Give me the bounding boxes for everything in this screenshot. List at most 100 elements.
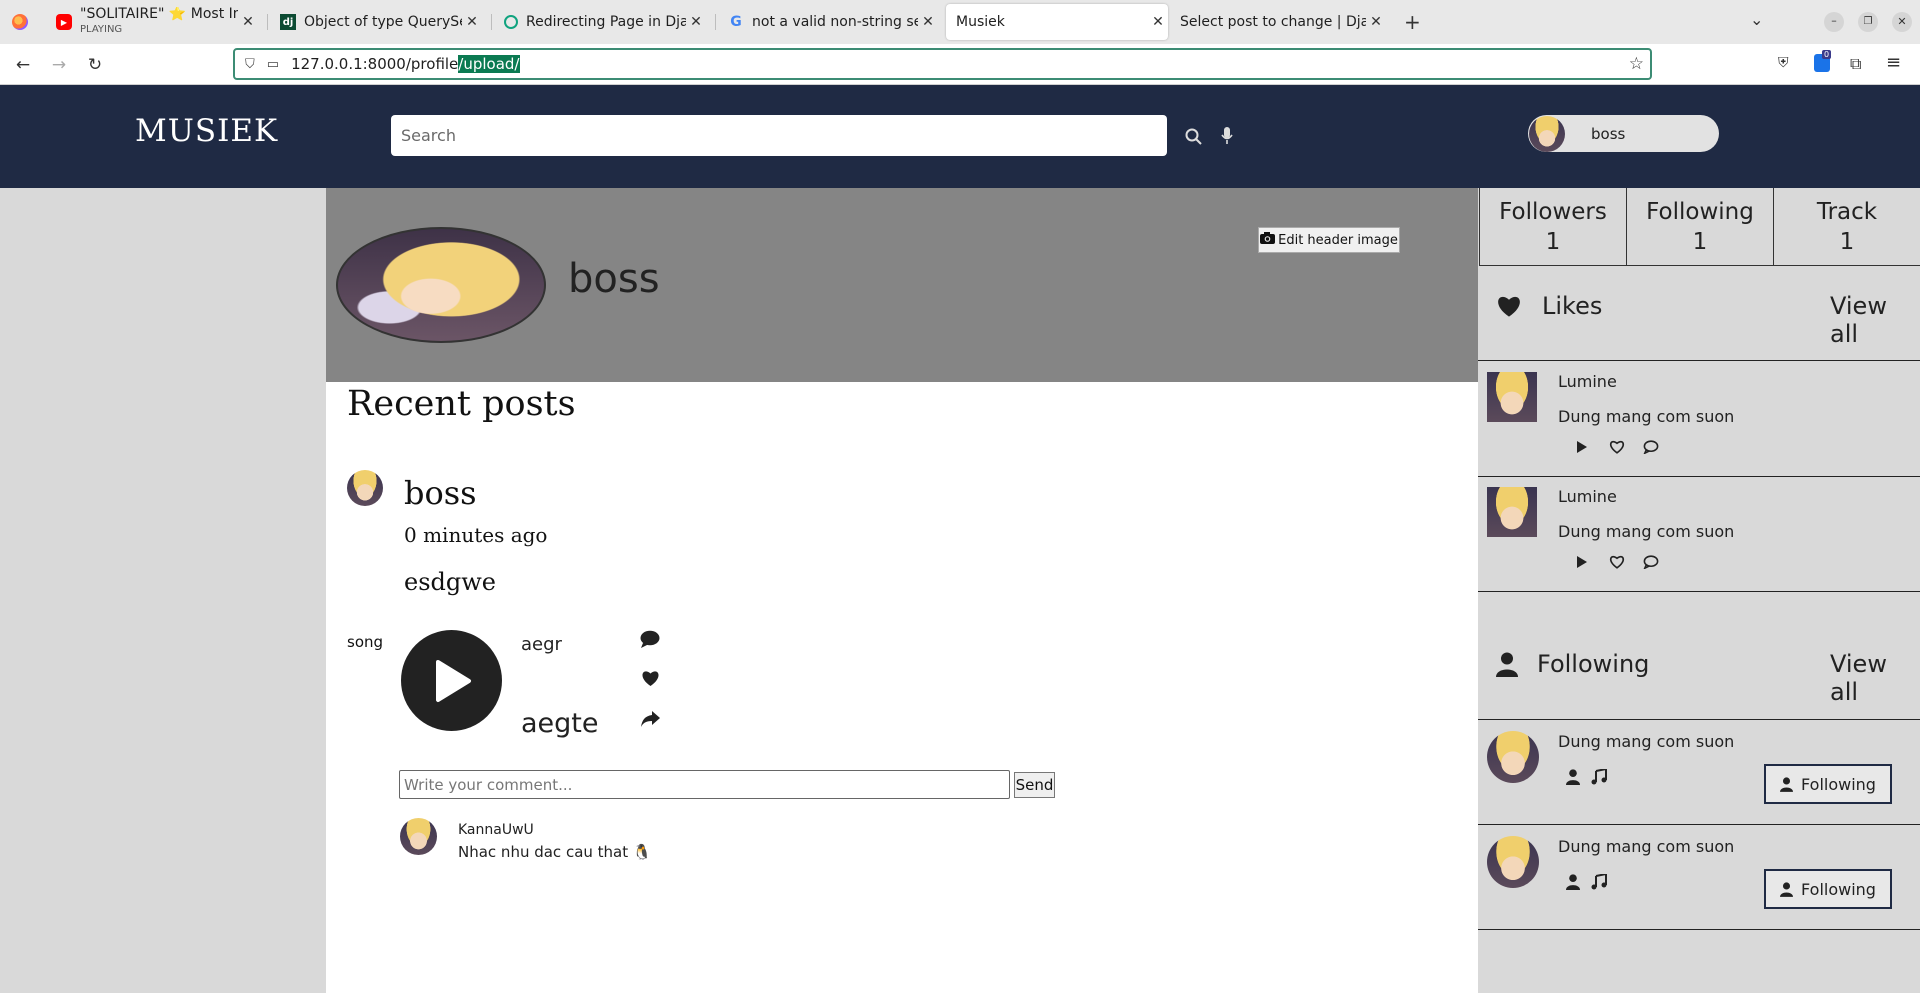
- play-icon: [435, 659, 471, 702]
- tab-redirecting[interactable]: Redirecting Page in Djang ✕: [494, 4, 706, 40]
- comment-author[interactable]: KannaUwU: [458, 822, 534, 838]
- comment-input[interactable]: [399, 770, 1010, 799]
- tab-google-search[interactable]: G not a valid non-string seq ✕: [718, 4, 938, 40]
- restore-icon[interactable]: ❐: [1858, 12, 1878, 32]
- edit-header-button[interactable]: Edit header image: [1258, 227, 1400, 253]
- url-base: 127.0.0.1:8000/profile: [291, 55, 459, 73]
- post-body: esdgwe: [404, 568, 496, 596]
- heart-outline-icon[interactable]: [1608, 553, 1626, 571]
- share-icon[interactable]: [639, 708, 661, 730]
- track-artist[interactable]: Lumine: [1558, 372, 1617, 391]
- user-icon: [1780, 881, 1794, 897]
- close-tab-icon[interactable]: ✕: [462, 14, 482, 30]
- play-button[interactable]: [401, 630, 502, 731]
- close-tab-icon[interactable]: ✕: [1148, 14, 1168, 30]
- track-cover[interactable]: [1487, 487, 1537, 537]
- edit-header-label: Edit header image: [1278, 232, 1398, 248]
- tab-youtube[interactable]: ▶ "SOLITAIRE" ⭐ Most Inte PLAYING ✕: [46, 4, 258, 40]
- camera-icon: [1260, 232, 1276, 248]
- search-input[interactable]: [391, 115, 1167, 156]
- post-author[interactable]: boss: [404, 474, 477, 512]
- tab-title: "SOLITAIRE" ⭐ Most Inte: [80, 7, 238, 22]
- artist-avatar[interactable]: [1487, 731, 1539, 783]
- browser-nav-bar: ← → ↻ ⛉ ▭ 127.0.0.1:8000/profile/upload/…: [0, 44, 1920, 85]
- stat-following[interactable]: Following 1: [1626, 188, 1774, 266]
- extensions-puzzle-icon[interactable]: ⧉: [1850, 54, 1861, 74]
- close-window-icon[interactable]: ✕: [1892, 12, 1912, 32]
- stat-track[interactable]: Track 1: [1773, 188, 1920, 266]
- address-bar[interactable]: ⛉ ▭ 127.0.0.1:8000/profile/upload/ ☆: [233, 48, 1652, 80]
- likes-view-all-link[interactable]: View all: [1830, 292, 1920, 348]
- tab-select-post[interactable]: Select post to change | Djang ✕: [1170, 4, 1386, 40]
- close-tab-icon[interactable]: ✕: [918, 14, 938, 30]
- following-title: Following: [1537, 650, 1650, 678]
- url-selected: /upload/: [458, 55, 520, 73]
- artist-name[interactable]: Dung mang com suon: [1558, 837, 1734, 856]
- django-icon: dj: [280, 14, 296, 30]
- back-arrow-icon[interactable]: ←: [11, 53, 35, 77]
- following-button-label: Following: [1801, 774, 1876, 794]
- comment-icon[interactable]: [639, 628, 661, 650]
- user-menu[interactable]: boss: [1528, 115, 1719, 152]
- track-artist[interactable]: Lumine: [1558, 487, 1617, 506]
- send-comment-button[interactable]: Send: [1014, 772, 1055, 798]
- close-tab-icon[interactable]: ✕: [1366, 14, 1386, 30]
- post-type-label: song: [347, 633, 384, 651]
- new-tab-icon[interactable]: +: [1404, 10, 1421, 34]
- profile-avatar: [336, 227, 546, 343]
- right-sidebar: Followers 1 Following 1 Track 1 Likes Vi…: [1478, 188, 1920, 993]
- list-tabs-chevron-icon[interactable]: ⌄: [1750, 10, 1763, 29]
- music-note-icon: [1590, 768, 1608, 786]
- tab-musiek[interactable]: Musiek ✕: [946, 4, 1168, 40]
- heart-icon[interactable]: [639, 667, 661, 689]
- stat-label: Followers: [1499, 199, 1607, 225]
- music-note-icon: [1590, 873, 1608, 891]
- site-logo[interactable]: MUSIEK: [135, 113, 278, 149]
- artist-avatar[interactable]: [1487, 836, 1539, 888]
- search-icon[interactable]: [1183, 126, 1203, 146]
- site-header: MUSIEK boss: [0, 85, 1920, 188]
- extension-badge: 0: [1822, 50, 1832, 59]
- comment-outline-icon[interactable]: [1642, 553, 1660, 571]
- firefox-icon[interactable]: [12, 14, 28, 30]
- track-cover[interactable]: [1487, 372, 1537, 422]
- user-name: boss: [1591, 124, 1626, 143]
- menu-hamburger-icon[interactable]: ≡: [1886, 52, 1901, 73]
- following-button[interactable]: Following: [1764, 764, 1892, 804]
- user-icon: [1564, 873, 1582, 891]
- following-header: Following: [1496, 650, 1649, 678]
- pocket-icon[interactable]: ⛨: [1778, 55, 1789, 71]
- heart-outline-icon[interactable]: [1608, 438, 1626, 456]
- tab-title: Object of type QuerySet: [304, 14, 462, 30]
- post-author-avatar[interactable]: [347, 470, 383, 506]
- shield-icon[interactable]: ⛉: [245, 57, 255, 72]
- stat-value: 1: [1545, 229, 1561, 255]
- track-artist: aegr: [521, 634, 562, 655]
- close-tab-icon[interactable]: ✕: [686, 14, 706, 30]
- following-view-all-link[interactable]: View all: [1830, 650, 1920, 706]
- play-icon[interactable]: [1573, 553, 1591, 571]
- tab-title: not a valid non-string seq: [752, 14, 918, 30]
- following-button[interactable]: Following: [1764, 869, 1892, 909]
- artist-name[interactable]: Dung mang com suon: [1558, 732, 1734, 751]
- stat-followers[interactable]: Followers 1: [1479, 188, 1627, 266]
- comment-author-avatar[interactable]: [400, 818, 437, 855]
- minimize-icon[interactable]: –: [1824, 12, 1844, 32]
- stat-label: Track: [1816, 199, 1878, 225]
- track-title: aegte: [521, 708, 599, 739]
- forward-arrow-icon[interactable]: →: [47, 53, 71, 77]
- following-button-label: Following: [1801, 879, 1876, 899]
- reload-icon[interactable]: ↻: [83, 53, 107, 77]
- user-icon: [1564, 768, 1582, 786]
- chatgpt-icon: [504, 15, 518, 29]
- user-icon: [1780, 776, 1794, 792]
- comment-outline-icon[interactable]: [1642, 438, 1660, 456]
- play-icon[interactable]: [1573, 438, 1591, 456]
- tab-queryset[interactable]: dj Object of type QuerySet ✕: [270, 4, 482, 40]
- likes-header: Likes: [1496, 292, 1602, 320]
- track-title: Dung mang com suon: [1558, 522, 1735, 541]
- microphone-icon[interactable]: [1217, 126, 1237, 146]
- bookmark-star-icon[interactable]: ☆: [1629, 54, 1644, 74]
- tab-playing-label: PLAYING: [80, 24, 123, 35]
- close-tab-icon[interactable]: ✕: [238, 14, 258, 30]
